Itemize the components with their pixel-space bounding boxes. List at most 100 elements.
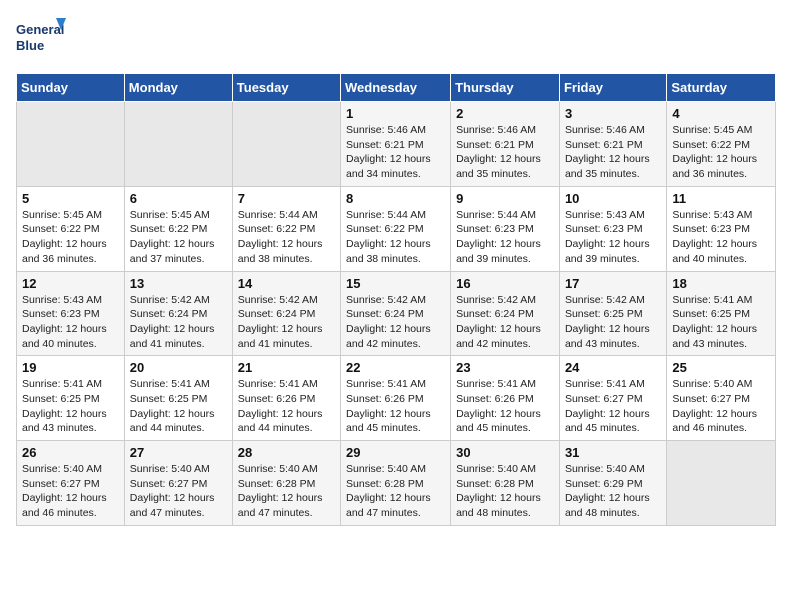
calendar-body: 1 Sunrise: 5:46 AMSunset: 6:21 PMDaylight… [17, 102, 776, 526]
day-info: Sunrise: 5:42 AMSunset: 6:25 PMDaylight:… [565, 293, 661, 352]
day-number: 31 [565, 445, 661, 460]
day-info: Sunrise: 5:41 AMSunset: 6:27 PMDaylight:… [565, 377, 661, 436]
calendar-cell: 25 Sunrise: 5:40 AMSunset: 6:27 PMDayligh… [667, 356, 776, 441]
day-info: Sunrise: 5:43 AMSunset: 6:23 PMDaylight:… [672, 208, 770, 267]
day-number: 5 [22, 191, 119, 206]
day-number: 13 [130, 276, 227, 291]
weekday-header-tuesday: Tuesday [232, 74, 340, 102]
calendar-cell: 16Sunrise: 5:42 AMSunset: 6:24 PMDayligh… [451, 271, 560, 356]
day-info: Sunrise: 5:46 AMSunset: 6:21 PMDaylight:… [346, 123, 445, 182]
day-number: 22 [346, 360, 445, 375]
day-number: 25 [672, 360, 770, 375]
day-number: 17 [565, 276, 661, 291]
calendar-week-row: 19 Sunrise: 5:41 AMSunset: 6:25 PMDayligh… [17, 356, 776, 441]
calendar-cell: 19 Sunrise: 5:41 AMSunset: 6:25 PMDayligh… [17, 356, 125, 441]
day-info: Sunrise: 5:46 AMSunset: 6:21 PMDaylight:… [565, 123, 661, 182]
weekday-header-monday: Monday [124, 74, 232, 102]
day-number: 29 [346, 445, 445, 460]
calendar-cell [232, 102, 340, 187]
day-info: Sunrise: 5:41 AMSunset: 6:25 PMDaylight:… [672, 293, 770, 352]
day-number: 26 [22, 445, 119, 460]
calendar-header: SundayMondayTuesdayWednesdayThursdayFrid… [17, 74, 776, 102]
day-number: 16 [456, 276, 554, 291]
calendar-cell: 2Sunrise: 5:46 AMSunset: 6:21 PMDaylight… [451, 102, 560, 187]
calendar-cell: 11 Sunrise: 5:43 AMSunset: 6:23 PMDayligh… [667, 186, 776, 271]
day-number: 3 [565, 106, 661, 121]
logo: General Blue [16, 16, 68, 61]
day-number: 8 [346, 191, 445, 206]
calendar-cell: 23 Sunrise: 5:41 AMSunset: 6:26 PMDayligh… [451, 356, 560, 441]
day-number: 10 [565, 191, 661, 206]
calendar-cell: 13 Sunrise: 5:42 AMSunset: 6:24 PMDayligh… [124, 271, 232, 356]
day-number: 23 [456, 360, 554, 375]
calendar-cell: 26 Sunrise: 5:40 AMSunset: 6:27 PMDayligh… [17, 441, 125, 526]
calendar-cell: 9 Sunrise: 5:44 AMSunset: 6:23 PMDaylight… [451, 186, 560, 271]
calendar-cell: 10 Sunrise: 5:43 AMSunset: 6:23 PMDayligh… [559, 186, 666, 271]
calendar-cell: 8 Sunrise: 5:44 AMSunset: 6:22 PMDaylight… [341, 186, 451, 271]
calendar-cell: 28Sunrise: 5:40 AMSunset: 6:28 PMDayligh… [232, 441, 340, 526]
day-info: Sunrise: 5:42 AMSunset: 6:24 PMDaylight:… [346, 293, 445, 352]
calendar-cell: 27 Sunrise: 5:40 AMSunset: 6:27 PMDayligh… [124, 441, 232, 526]
day-number: 9 [456, 191, 554, 206]
weekday-header-friday: Friday [559, 74, 666, 102]
calendar-cell: 30 Sunrise: 5:40 AMSunset: 6:28 PMDayligh… [451, 441, 560, 526]
day-info: Sunrise: 5:43 AMSunset: 6:23 PMDaylight:… [22, 293, 119, 352]
calendar-cell: 14Sunrise: 5:42 AMSunset: 6:24 PMDayligh… [232, 271, 340, 356]
calendar-cell: 24 Sunrise: 5:41 AMSunset: 6:27 PMDayligh… [559, 356, 666, 441]
day-info: Sunrise: 5:40 AMSunset: 6:28 PMDaylight:… [346, 462, 445, 521]
day-info: Sunrise: 5:45 AMSunset: 6:22 PMDaylight:… [672, 123, 770, 182]
calendar-cell: 15Sunrise: 5:42 AMSunset: 6:24 PMDayligh… [341, 271, 451, 356]
calendar-cell: 3 Sunrise: 5:46 AMSunset: 6:21 PMDaylight… [559, 102, 666, 187]
day-info: Sunrise: 5:44 AMSunset: 6:22 PMDaylight:… [346, 208, 445, 267]
calendar-week-row: 12 Sunrise: 5:43 AMSunset: 6:23 PMDayligh… [17, 271, 776, 356]
page-header: General Blue [16, 16, 776, 61]
day-info: Sunrise: 5:41 AMSunset: 6:25 PMDaylight:… [130, 377, 227, 436]
day-number: 27 [130, 445, 227, 460]
day-info: Sunrise: 5:40 AMSunset: 6:28 PMDaylight:… [456, 462, 554, 521]
day-info: Sunrise: 5:45 AMSunset: 6:22 PMDaylight:… [22, 208, 119, 267]
calendar-cell: 12 Sunrise: 5:43 AMSunset: 6:23 PMDayligh… [17, 271, 125, 356]
day-number: 14 [238, 276, 335, 291]
weekday-header-row: SundayMondayTuesdayWednesdayThursdayFrid… [17, 74, 776, 102]
day-number: 4 [672, 106, 770, 121]
day-info: Sunrise: 5:41 AMSunset: 6:26 PMDaylight:… [346, 377, 445, 436]
day-number: 30 [456, 445, 554, 460]
day-number: 11 [672, 191, 770, 206]
calendar-cell [17, 102, 125, 187]
day-info: Sunrise: 5:41 AMSunset: 6:25 PMDaylight:… [22, 377, 119, 436]
weekday-header-sunday: Sunday [17, 74, 125, 102]
day-info: Sunrise: 5:45 AMSunset: 6:22 PMDaylight:… [130, 208, 227, 267]
day-number: 20 [130, 360, 227, 375]
day-number: 18 [672, 276, 770, 291]
calendar-week-row: 1 Sunrise: 5:46 AMSunset: 6:21 PMDaylight… [17, 102, 776, 187]
day-info: Sunrise: 5:46 AMSunset: 6:21 PMDaylight:… [456, 123, 554, 182]
svg-text:Blue: Blue [16, 38, 44, 53]
calendar-cell: 31Sunrise: 5:40 AMSunset: 6:29 PMDayligh… [559, 441, 666, 526]
day-number: 24 [565, 360, 661, 375]
calendar-cell: 21 Sunrise: 5:41 AMSunset: 6:26 PMDayligh… [232, 356, 340, 441]
calendar-cell [124, 102, 232, 187]
calendar-cell: 29 Sunrise: 5:40 AMSunset: 6:28 PMDayligh… [341, 441, 451, 526]
day-info: Sunrise: 5:40 AMSunset: 6:27 PMDaylight:… [672, 377, 770, 436]
weekday-header-wednesday: Wednesday [341, 74, 451, 102]
day-number: 12 [22, 276, 119, 291]
calendar-cell: 22 Sunrise: 5:41 AMSunset: 6:26 PMDayligh… [341, 356, 451, 441]
day-number: 19 [22, 360, 119, 375]
calendar-cell: 4 Sunrise: 5:45 AMSunset: 6:22 PMDaylight… [667, 102, 776, 187]
day-info: Sunrise: 5:43 AMSunset: 6:23 PMDaylight:… [565, 208, 661, 267]
weekday-header-thursday: Thursday [451, 74, 560, 102]
calendar-cell: 1 Sunrise: 5:46 AMSunset: 6:21 PMDaylight… [341, 102, 451, 187]
day-info: Sunrise: 5:41 AMSunset: 6:26 PMDaylight:… [238, 377, 335, 436]
weekday-header-saturday: Saturday [667, 74, 776, 102]
calendar-cell [667, 441, 776, 526]
calendar-cell: 20 Sunrise: 5:41 AMSunset: 6:25 PMDayligh… [124, 356, 232, 441]
calendar-week-row: 5 Sunrise: 5:45 AMSunset: 6:22 PMDaylight… [17, 186, 776, 271]
calendar-cell: 5 Sunrise: 5:45 AMSunset: 6:22 PMDaylight… [17, 186, 125, 271]
day-info: Sunrise: 5:40 AMSunset: 6:27 PMDaylight:… [22, 462, 119, 521]
day-info: Sunrise: 5:42 AMSunset: 6:24 PMDaylight:… [130, 293, 227, 352]
day-number: 1 [346, 106, 445, 121]
day-number: 21 [238, 360, 335, 375]
day-info: Sunrise: 5:40 AMSunset: 6:27 PMDaylight:… [130, 462, 227, 521]
day-info: Sunrise: 5:41 AMSunset: 6:26 PMDaylight:… [456, 377, 554, 436]
day-info: Sunrise: 5:44 AMSunset: 6:23 PMDaylight:… [456, 208, 554, 267]
